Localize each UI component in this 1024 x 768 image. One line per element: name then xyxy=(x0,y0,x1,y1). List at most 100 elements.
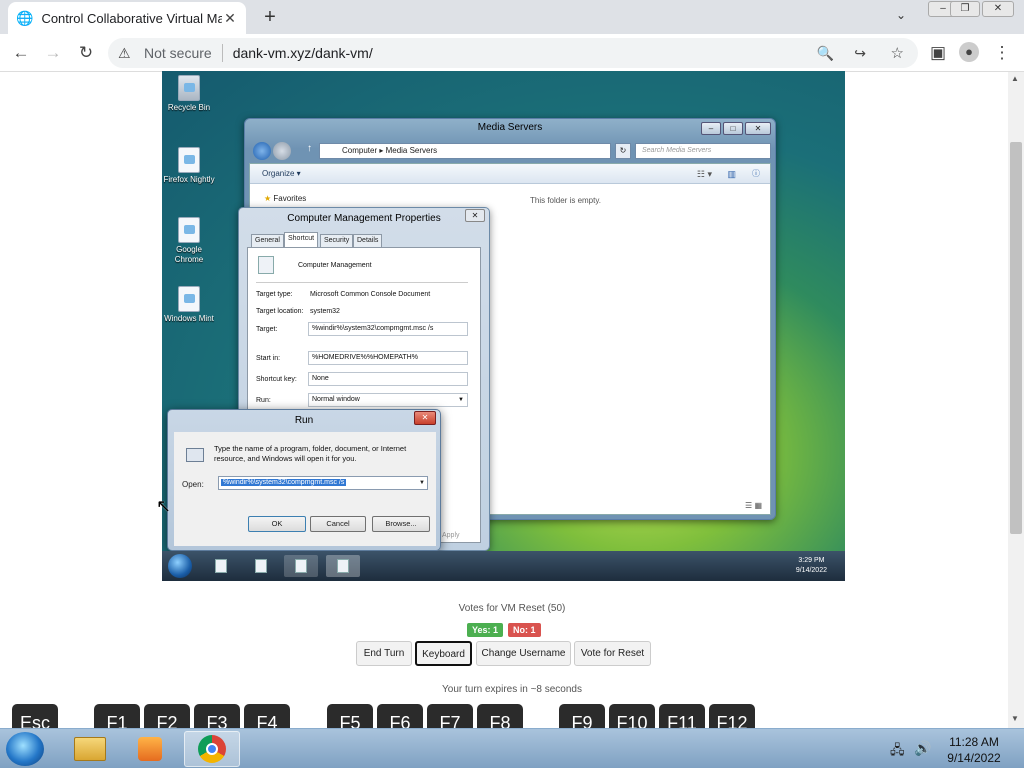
side-panel-icon[interactable]: ▣ xyxy=(927,42,949,64)
yes-votes-badge: Yes: 1 xyxy=(467,623,504,637)
ok-button[interactable]: OK xyxy=(248,516,306,532)
network-icon[interactable]: 🖧 xyxy=(890,741,905,763)
forward-icon[interactable]: → xyxy=(42,42,64,64)
start-in-field[interactable]: %HOMEDRIVE%%HOMEPATH% xyxy=(308,351,468,365)
url-text[interactable]: dank-vm.xyz/dank-vm/ xyxy=(233,45,373,61)
desktop-icon-label: Recycle Bin xyxy=(167,103,211,112)
scrollbar-thumb[interactable] xyxy=(1010,142,1022,534)
change-username-button[interactable]: Change Username xyxy=(476,641,571,666)
forward-icon[interactable] xyxy=(273,142,291,160)
desktop-icon-label: Windows Mint xyxy=(164,314,214,323)
volume-icon[interactable]: 🔊 xyxy=(914,740,931,757)
target-location-label: Target location: xyxy=(256,308,304,315)
browser-tab[interactable]: 🌐 Control Collaborative Virtual Ma ✕ xyxy=(8,2,246,34)
desktop-icon-recycle-bin[interactable]: Recycle Bin xyxy=(162,75,216,113)
file-explorer-taskbar-button[interactable] xyxy=(62,731,118,767)
host-clock-date: 9/14/2022 xyxy=(947,751,1001,765)
open-value[interactable]: %windir%\system32\compmgmt.msc /s xyxy=(221,479,347,486)
back-icon[interactable] xyxy=(253,142,271,160)
explorer-title: Media Servers xyxy=(477,122,543,133)
organize-button[interactable]: Organize ▾ xyxy=(262,169,301,178)
back-icon[interactable]: ← xyxy=(10,42,32,64)
chevron-down-icon: ▼ xyxy=(458,397,464,403)
host-clock-time: 11:28 AM xyxy=(949,735,999,749)
chrome-icon xyxy=(198,735,226,763)
browser-toolbar: ← → ↻ ⚠ Not secure dank-vm.xyz/dank-vm/ … xyxy=(0,34,1024,72)
vm-taskbar-item[interactable] xyxy=(244,555,278,577)
view-toggle-icons[interactable]: ☰ ▦ xyxy=(745,501,762,510)
bookmark-star-icon[interactable]: ☆ xyxy=(891,44,904,62)
folder-icon xyxy=(74,737,106,761)
shortcut-name: Computer Management xyxy=(298,262,372,269)
target-label: Target: xyxy=(256,326,278,333)
apply-button[interactable]: Apply xyxy=(442,532,460,539)
preview-pane-icon[interactable]: ▥ xyxy=(727,164,736,184)
open-combobox[interactable]: %windir%\system32\compmgmt.msc /s ▼ xyxy=(218,476,428,490)
new-tab-button[interactable]: + xyxy=(258,6,282,28)
tab-details[interactable]: Details xyxy=(353,234,383,248)
explorer-maximize-button[interactable]: □ xyxy=(723,122,743,135)
end-turn-button[interactable]: End Turn xyxy=(356,641,412,666)
chrome-taskbar-button[interactable] xyxy=(184,731,240,767)
target-field[interactable]: %windir%\system32\compmgmt.msc /s xyxy=(308,322,468,336)
run-select[interactable]: Normal window ▼ xyxy=(308,393,468,407)
explorer-close-button[interactable]: ✕ xyxy=(745,122,771,135)
browse-button[interactable]: Browse... xyxy=(372,516,430,532)
desktop-icon-chrome[interactable]: Google Chrome xyxy=(162,217,216,265)
explorer-minimize-button[interactable]: – xyxy=(701,122,721,135)
run-program-icon xyxy=(186,448,204,462)
menu-kebab-icon[interactable]: ⋮ xyxy=(991,42,1013,64)
vote-for-reset-button[interactable]: Vote for Reset xyxy=(574,641,651,666)
desktop-icon-label: Google Chrome xyxy=(174,245,204,264)
start-button[interactable] xyxy=(6,732,44,766)
reload-icon[interactable]: ↻ xyxy=(75,42,97,64)
properties-close-button[interactable]: ✕ xyxy=(465,209,485,222)
desktop-icon-firefox[interactable]: Firefox Nightly xyxy=(162,147,216,185)
run-close-button[interactable]: ✕ xyxy=(414,411,436,425)
maximize-button[interactable]: ❐ xyxy=(950,1,980,17)
vm-start-button[interactable] xyxy=(168,554,192,578)
refresh-icon[interactable]: ↻ xyxy=(615,143,631,159)
vote-status-text: Votes for VM Reset (50) xyxy=(458,603,566,614)
help-icon[interactable]: ⓘ xyxy=(752,164,760,184)
scroll-down-icon[interactable]: ▼ xyxy=(1011,714,1019,723)
close-window-button[interactable]: ✕ xyxy=(982,1,1014,17)
browser-tab-strip: 🌐 Control Collaborative Virtual Ma ✕ + ⌄… xyxy=(0,0,1024,34)
cancel-button[interactable]: Cancel xyxy=(310,516,366,532)
zoom-icon[interactable]: 🔍 xyxy=(817,45,834,62)
tab-security[interactable]: Security xyxy=(320,234,354,248)
keyboard-button[interactable]: Keyboard xyxy=(415,641,472,666)
run-dialog[interactable]: Run ✕ Type the name of a program, folder… xyxy=(167,409,441,551)
target-type-label: Target type: xyxy=(256,291,293,298)
vm-taskbar-item[interactable] xyxy=(284,555,318,577)
address-bar[interactable]: ⚠ Not secure dank-vm.xyz/dank-vm/ 🔍 ↪ ☆ xyxy=(108,38,918,68)
desktop-icon-windows-mint[interactable]: Windows Mint xyxy=(162,286,216,324)
tab-search-icon[interactable]: ⌄ xyxy=(896,8,906,22)
favorites-nav-item[interactable]: ★ Favorites xyxy=(264,194,306,203)
profile-avatar-icon[interactable]: ● xyxy=(959,42,979,62)
vm-taskbar: 3:29 PM 9/14/2022 xyxy=(162,551,845,581)
star-icon: ★ xyxy=(264,194,272,203)
share-icon[interactable]: ↪ xyxy=(854,45,866,62)
scroll-up-icon[interactable]: ▲ xyxy=(1011,74,1019,83)
media-player-icon xyxy=(138,737,162,761)
turn-timer-text: Your turn expires in ~8 seconds xyxy=(442,684,582,695)
tab-shortcut[interactable]: Shortcut xyxy=(284,232,319,248)
shortcut-key-field[interactable]: None xyxy=(308,372,468,386)
vm-taskbar-item[interactable] xyxy=(204,555,238,577)
explorer-search-input[interactable]: Search Media Servers xyxy=(635,143,771,159)
vm-taskbar-item[interactable] xyxy=(326,555,360,577)
views-icon[interactable]: ☷ ▾ xyxy=(697,164,712,184)
security-label: Not secure xyxy=(144,45,212,61)
chevron-down-icon[interactable]: ▼ xyxy=(419,477,425,489)
vm-screen[interactable]: Recycle Bin Firefox Nightly Google Chrom… xyxy=(162,71,845,581)
explorer-breadcrumb[interactable]: Computer ▸ Media Servers xyxy=(319,143,611,159)
tab-close-icon[interactable]: ✕ xyxy=(222,10,238,27)
media-player-taskbar-button[interactable] xyxy=(122,731,178,767)
tab-general[interactable]: General xyxy=(251,234,284,248)
target-type-value: Microsoft Common Console Document xyxy=(310,291,431,298)
up-arrow-icon[interactable]: ↑ xyxy=(307,143,312,154)
host-clock[interactable]: 11:28 AM 9/14/2022 xyxy=(936,734,1012,766)
page-scrollbar[interactable]: ▲ ▼ xyxy=(1008,72,1024,728)
explorer-address-row: ↑ Computer ▸ Media Servers ↻ Search Medi… xyxy=(249,141,771,161)
